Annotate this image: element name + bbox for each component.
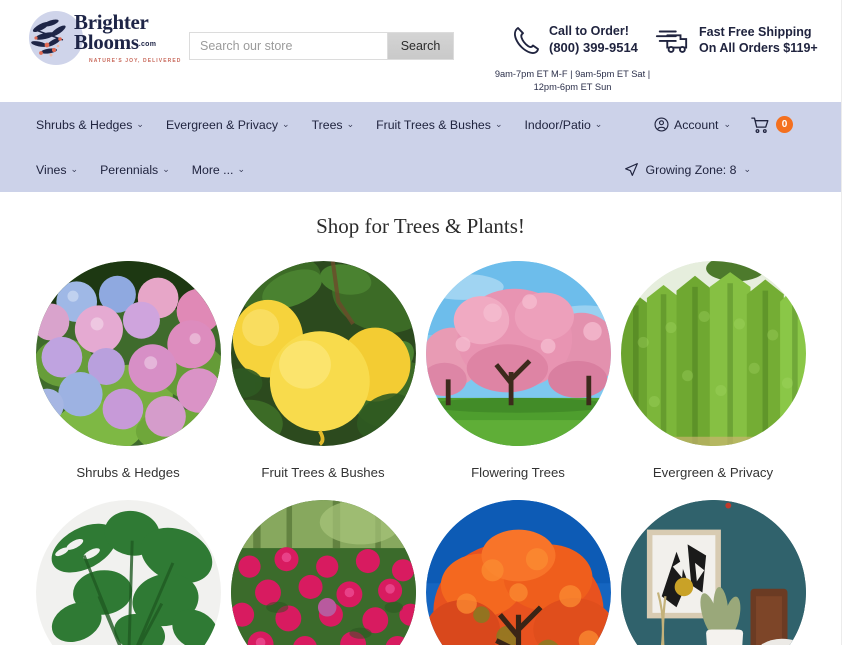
account-label: Account bbox=[674, 117, 719, 132]
site-logo[interactable]: Brighter Blooms.com NATURE'S JOY, DELIVE… bbox=[27, 9, 180, 67]
chevron-down-icon: ⌄ bbox=[743, 164, 751, 174]
teal-interior-decor-photo bbox=[620, 500, 806, 645]
location-arrow-icon bbox=[624, 163, 638, 176]
cart-button[interactable]: 0 bbox=[751, 116, 793, 134]
nav-label: Indoor/Patio bbox=[524, 117, 591, 132]
category-card-evergreen-privacy[interactable]: Evergreen & Privacy bbox=[616, 261, 811, 480]
nav-label: More ... bbox=[191, 162, 234, 177]
chevron-down-icon: ⌄ bbox=[237, 164, 245, 174]
nav-label: Shrubs & Hedges bbox=[36, 117, 133, 132]
nav-item-fruit-trees-bushes[interactable]: Fruit Trees & Bushes ⌄ bbox=[376, 118, 502, 132]
chevron-down-icon: ⌄ bbox=[70, 164, 79, 174]
call-text: Call to Order! (800) 399-9514 bbox=[549, 24, 638, 56]
nav-links-primary: Shrubs & Hedges ⌄ Evergreen & Privacy ⌄ … bbox=[0, 118, 624, 132]
category-grid-row-2 bbox=[0, 500, 841, 645]
category-thumbnail bbox=[230, 261, 416, 446]
shipping-promo-block: Fast Free Shipping On All Orders $119+ bbox=[655, 24, 818, 57]
nav-label: Fruit Trees & Bushes bbox=[376, 117, 491, 132]
arborvitae-hedge-photo bbox=[620, 261, 806, 446]
nav-item-perennials[interactable]: Perennials ⌄ bbox=[100, 163, 170, 177]
shipping-line-2: On All Orders $119+ bbox=[699, 41, 818, 56]
category-card-home-decor[interactable] bbox=[616, 500, 811, 645]
growing-zone-selector[interactable]: Growing Zone: 8 ⌄ bbox=[624, 147, 751, 192]
category-label: Shrubs & Hedges bbox=[76, 465, 180, 480]
shipping-text: Fast Free Shipping On All Orders $119+ bbox=[699, 24, 818, 57]
chevron-down-icon: ⌄ bbox=[594, 119, 603, 129]
vertical-scrollbar[interactable] bbox=[841, 0, 850, 645]
category-thumbnail bbox=[620, 261, 806, 446]
category-card-indoor-patio[interactable] bbox=[31, 500, 226, 645]
nav-item-indoor-patio[interactable]: Indoor/Patio ⌄ bbox=[524, 118, 602, 132]
browser-viewport: Brighter Blooms.com NATURE'S JOY, DELIVE… bbox=[0, 0, 841, 645]
delivery-truck-icon bbox=[655, 30, 688, 54]
page-root: Brighter Blooms.com NATURE'S JOY, DELIVE… bbox=[0, 0, 850, 645]
category-thumbnail bbox=[425, 500, 611, 645]
lemon-tree-photo bbox=[230, 261, 416, 446]
nav-label: Trees bbox=[311, 117, 343, 132]
hydrangea-bush-photo bbox=[35, 261, 221, 446]
nav-label: Perennials bbox=[100, 162, 159, 177]
logo-line-2: Blooms.com bbox=[74, 29, 157, 54]
call-phone-number: (800) 399-9514 bbox=[549, 39, 638, 55]
nav-row-primary: Shrubs & Hedges ⌄ Evergreen & Privacy ⌄ … bbox=[0, 102, 841, 147]
chevron-down-icon: ⌄ bbox=[494, 119, 503, 129]
category-label: Flowering Trees bbox=[471, 465, 565, 480]
chevron-down-icon: ⌄ bbox=[136, 119, 144, 129]
call-to-order-block[interactable]: Call to Order! (800) 399-9514 bbox=[512, 24, 638, 56]
nav-item-more[interactable]: More ... ⌄ bbox=[192, 163, 245, 177]
nav-item-vines[interactable]: Vines ⌄ bbox=[36, 163, 78, 177]
chevron-down-icon: ⌄ bbox=[162, 164, 170, 174]
category-card-shade-trees[interactable] bbox=[421, 500, 616, 645]
chevron-down-icon: ⌄ bbox=[346, 119, 355, 129]
store-hours: 9am-7pm ET M-F | 9am-5pm ET Sat | 12pm-6… bbox=[494, 69, 651, 93]
account-menu[interactable]: Account ⌄ bbox=[654, 117, 731, 132]
category-thumbnail bbox=[35, 261, 221, 446]
cart-count-badge: 0 bbox=[776, 116, 793, 133]
category-label: Evergreen & Privacy bbox=[652, 465, 774, 480]
logo-domain-suffix: .com bbox=[138, 40, 157, 48]
nav-label: Vines bbox=[36, 162, 67, 177]
category-thumbnail bbox=[230, 500, 416, 645]
user-circle-icon bbox=[654, 117, 669, 132]
nav-utilities: Account ⌄ 0 bbox=[654, 102, 793, 147]
chevron-down-icon: ⌄ bbox=[723, 119, 731, 129]
logo-wordmark: Brighter Blooms.com bbox=[74, 12, 157, 54]
category-thumbnail bbox=[425, 261, 611, 446]
category-card-flowering-trees[interactable]: Flowering Trees bbox=[421, 261, 616, 480]
shipping-line-1: Fast Free Shipping bbox=[699, 25, 812, 39]
page-title: Shop for Trees & Plants! bbox=[316, 214, 525, 238]
category-thumbnail bbox=[620, 500, 806, 645]
category-card-fruit-trees-bushes[interactable]: Fruit Trees & Bushes bbox=[226, 261, 421, 480]
phone-icon bbox=[514, 26, 539, 54]
nav-label: Evergreen & Privacy bbox=[165, 117, 279, 132]
call-title: Call to Order! bbox=[549, 24, 629, 38]
main-content: Shop for Trees & Plants! Shrubs & Hedges… bbox=[0, 192, 841, 645]
nav-item-trees[interactable]: Trees ⌄ bbox=[312, 118, 355, 132]
pink-rose-garden-photo bbox=[230, 500, 416, 645]
category-card-roses[interactable] bbox=[226, 500, 421, 645]
nav-item-shrubs-hedges[interactable]: Shrubs & Hedges ⌄ bbox=[36, 118, 144, 132]
nav-links-secondary: Vines ⌄ Perennials ⌄ More ... ⌄ bbox=[0, 163, 267, 177]
main-navigation: Shrubs & Hedges ⌄ Evergreen & Privacy ⌄ … bbox=[0, 102, 841, 192]
chevron-down-icon: ⌄ bbox=[282, 119, 290, 129]
search-button[interactable]: Search bbox=[387, 32, 454, 60]
category-label: Fruit Trees & Bushes bbox=[261, 465, 385, 480]
shopping-cart-icon bbox=[751, 116, 769, 133]
pink-flowering-cherry-photo bbox=[425, 261, 611, 446]
monstera-houseplant-photo bbox=[35, 500, 221, 645]
category-grid-row-1: Shrubs & Hedges Fruit Trees & Bushes Flo… bbox=[0, 261, 841, 480]
nav-item-evergreen-privacy[interactable]: Evergreen & Privacy ⌄ bbox=[166, 118, 290, 132]
search-input[interactable] bbox=[189, 32, 387, 60]
orange-autumn-maple-photo bbox=[425, 500, 611, 645]
category-thumbnail bbox=[35, 500, 221, 645]
logo-tagline: NATURE'S JOY, DELIVERED bbox=[89, 58, 182, 64]
growing-zone-label: Growing Zone: 8 bbox=[645, 162, 737, 177]
category-card-shrubs-hedges[interactable]: Shrubs & Hedges bbox=[31, 261, 226, 480]
search-form: Search bbox=[189, 32, 454, 60]
site-header: Brighter Blooms.com NATURE'S JOY, DELIVE… bbox=[0, 0, 841, 102]
